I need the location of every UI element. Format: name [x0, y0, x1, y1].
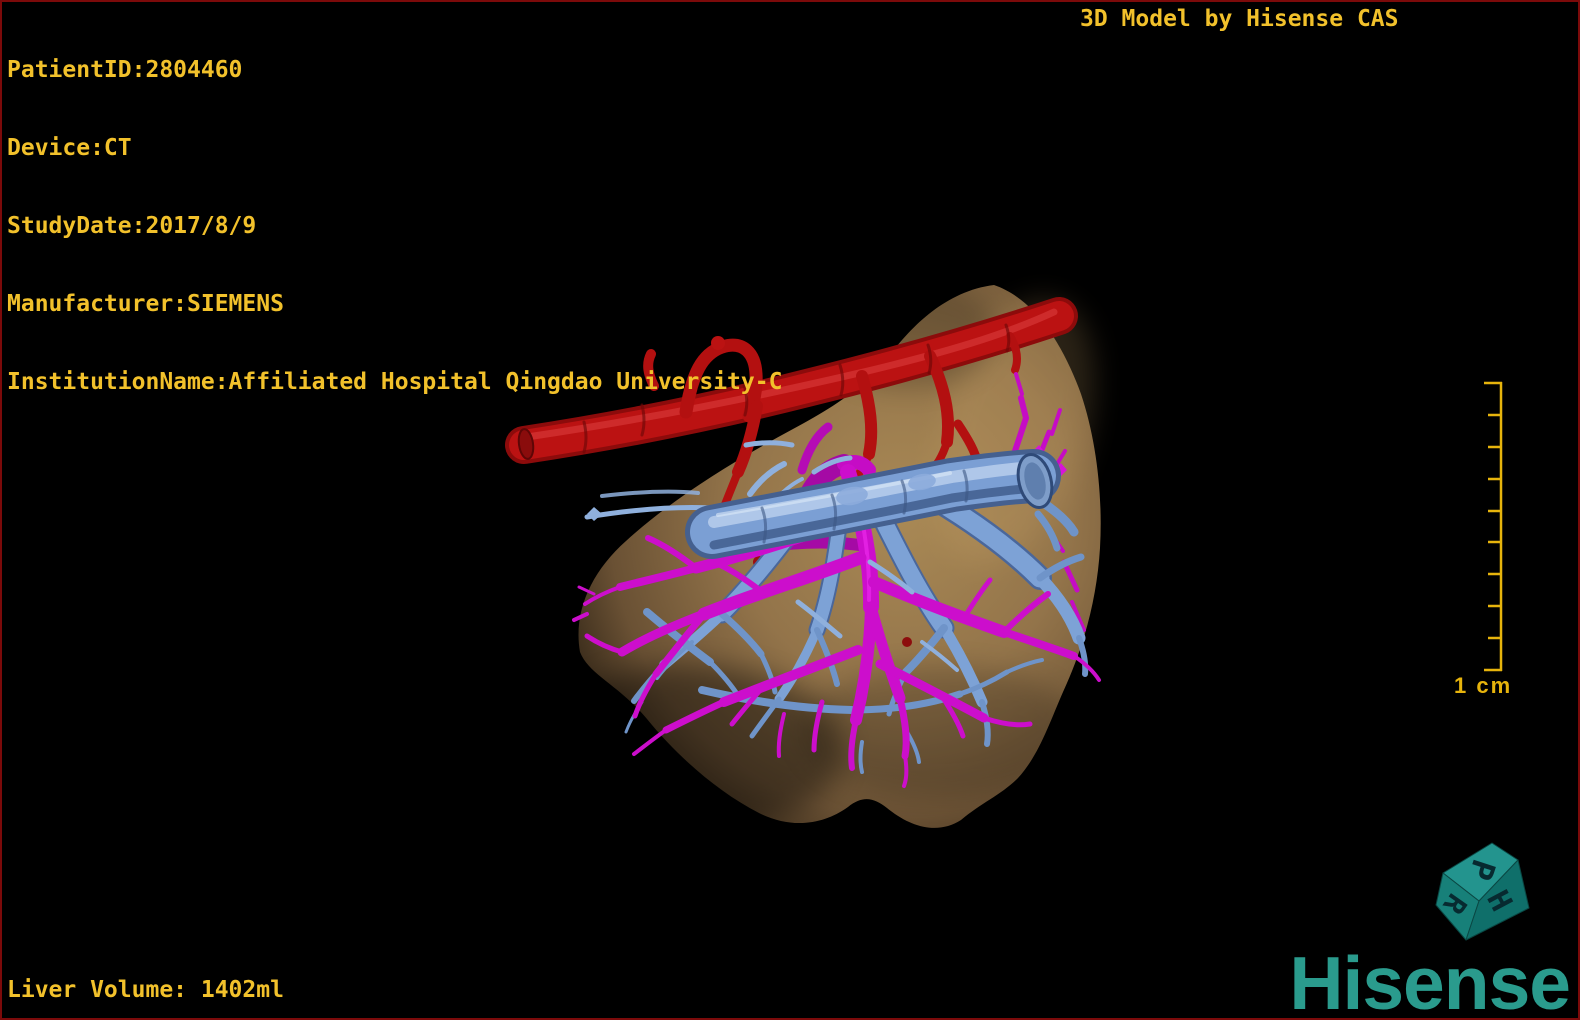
scale-bar — [1484, 381, 1503, 672]
model-geometry — [1076, 635, 1089, 677]
device: Device:CT — [7, 135, 132, 161]
watermark-text: 3D Model by Hisense CAS — [1080, 6, 1399, 32]
patient-info-overlay: PatientID:2804460 Device:CT StudyDate:20… — [7, 5, 782, 447]
model-geometry — [902, 637, 912, 647]
scale-bar-label: 1 cm — [1454, 673, 1513, 698]
study-date: StudyDate:2017/8/9 — [7, 213, 257, 239]
model-geometry — [542, 665, 842, 835]
manufacturer: Manufacturer:SIEMENS — [7, 291, 284, 317]
model-geometry — [600, 489, 700, 498]
orientation-cube[interactable]: P H R — [1435, 842, 1530, 941]
institution-name: InstitutionName:Affiliated Hospital Qing… — [7, 369, 783, 395]
hisense-logo: Hisense — [1289, 941, 1571, 1020]
patient-id: PatientID:2804460 — [7, 57, 243, 83]
liver-volume-readout: Liver Volume: 1402ml — [7, 977, 284, 1003]
model-geometry — [858, 740, 864, 774]
3d-viewport[interactable]: P H R PatientID:2804460 Device:CT StudyD… — [0, 0, 1580, 1020]
model-geometry — [802, 666, 1082, 798]
